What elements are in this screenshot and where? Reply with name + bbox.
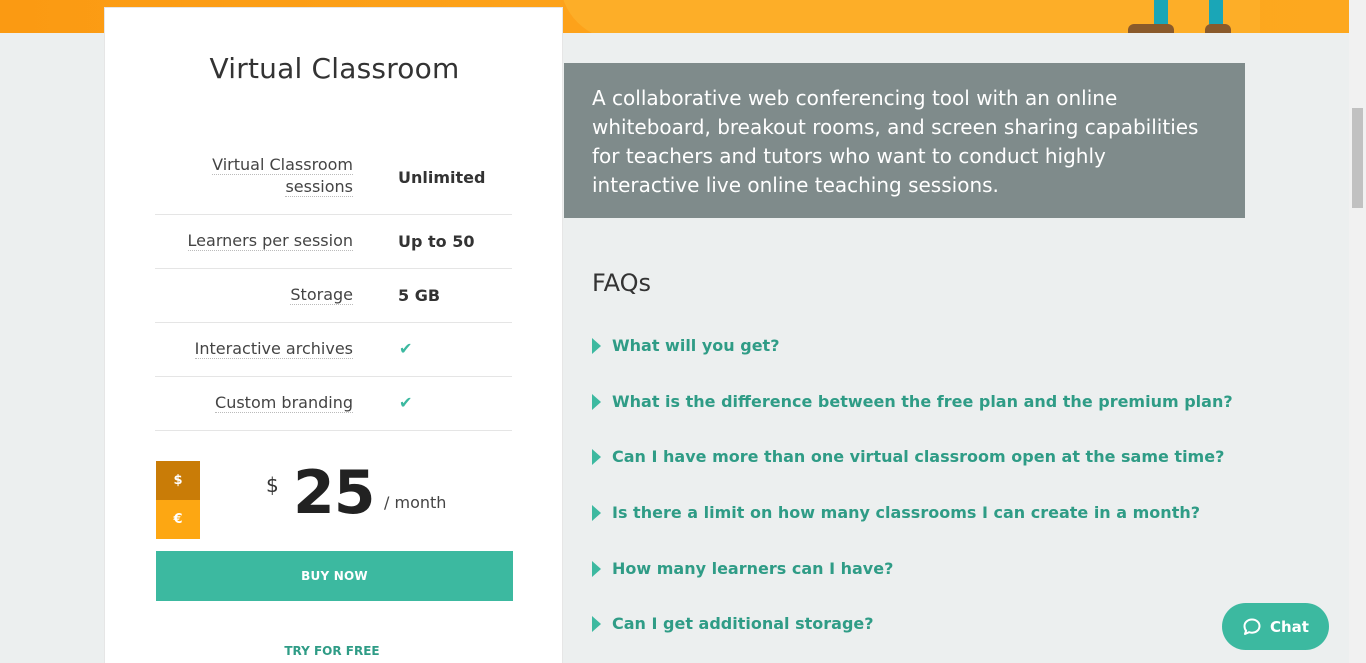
expand-triangle-icon <box>592 448 601 465</box>
pricing-card: Virtual Classroom Virtual Classroom sess… <box>104 7 563 663</box>
currency-usd-button[interactable]: $ <box>156 461 200 500</box>
feature-label: Learners per session <box>187 231 353 251</box>
chat-button[interactable]: Chat <box>1222 603 1329 650</box>
feature-row: Learners per session Up to 50 <box>155 215 512 269</box>
faq-item[interactable]: Can I get additional storage? <box>592 614 874 633</box>
illustration-leg <box>1209 0 1223 26</box>
illustration-shoe <box>1205 24 1231 33</box>
chat-bubble-icon <box>1243 618 1261 635</box>
expand-triangle-icon <box>592 393 601 410</box>
illustration-leg <box>1154 0 1168 26</box>
chat-label: Chat <box>1270 617 1309 636</box>
feature-label: Virtual Classroom sessions <box>212 155 353 197</box>
faq-question[interactable]: Can I have more than one virtual classro… <box>612 447 1224 466</box>
faq-item[interactable]: Can I have more than one virtual classro… <box>592 447 1224 466</box>
illustration-shoe <box>1128 24 1174 33</box>
feature-row: Custom branding ✔ <box>155 377 512 431</box>
faq-item[interactable]: What is the difference between the free … <box>592 392 1233 411</box>
feature-value: 5 GB <box>398 286 441 305</box>
faq-item[interactable]: What will you get? <box>592 336 779 355</box>
faq-question[interactable]: Can I get additional storage? <box>612 614 874 633</box>
price-amount: 25 <box>293 458 375 528</box>
check-icon: ✔ <box>399 393 413 412</box>
faq-title: FAQs <box>592 269 651 297</box>
expand-triangle-icon <box>592 337 601 354</box>
faq-item[interactable]: Is there a limit on how many classrooms … <box>592 503 1200 522</box>
product-description: A collaborative web conferencing tool wi… <box>564 63 1245 218</box>
feature-label: Storage <box>290 285 353 305</box>
buy-now-button[interactable]: BUY NOW <box>156 551 513 601</box>
vertical-scrollbar[interactable] <box>1349 0 1366 663</box>
price-currency-symbol: $ <box>266 473 279 497</box>
feature-label: Custom branding <box>215 393 353 413</box>
currency-eur-button[interactable]: € <box>156 500 200 539</box>
feature-value: Unlimited <box>398 168 486 187</box>
faq-question[interactable]: What is the difference between the free … <box>612 392 1233 411</box>
expand-triangle-icon <box>592 615 601 632</box>
feature-label: Interactive archives <box>194 339 353 359</box>
card-title: Virtual Classroom <box>209 52 460 85</box>
faq-item[interactable]: How many learners can I have? <box>592 559 893 578</box>
feature-row: Virtual Classroom sessions Unlimited <box>155 149 512 215</box>
feature-row: Storage 5 GB <box>155 269 512 323</box>
faq-question[interactable]: What will you get? <box>612 336 779 355</box>
check-icon: ✔ <box>399 339 413 358</box>
scrollbar-thumb[interactable] <box>1352 108 1363 208</box>
expand-triangle-icon <box>592 504 601 521</box>
faq-question[interactable]: Is there a limit on how many classrooms … <box>612 503 1200 522</box>
price-period: / month <box>384 493 447 512</box>
feature-value: Up to 50 <box>398 232 475 251</box>
faq-question[interactable]: How many learners can I have? <box>612 559 893 578</box>
try-for-free-link[interactable]: TRY FOR FREE <box>105 644 559 658</box>
expand-triangle-icon <box>592 560 601 577</box>
feature-row: Interactive archives ✔ <box>155 323 512 377</box>
